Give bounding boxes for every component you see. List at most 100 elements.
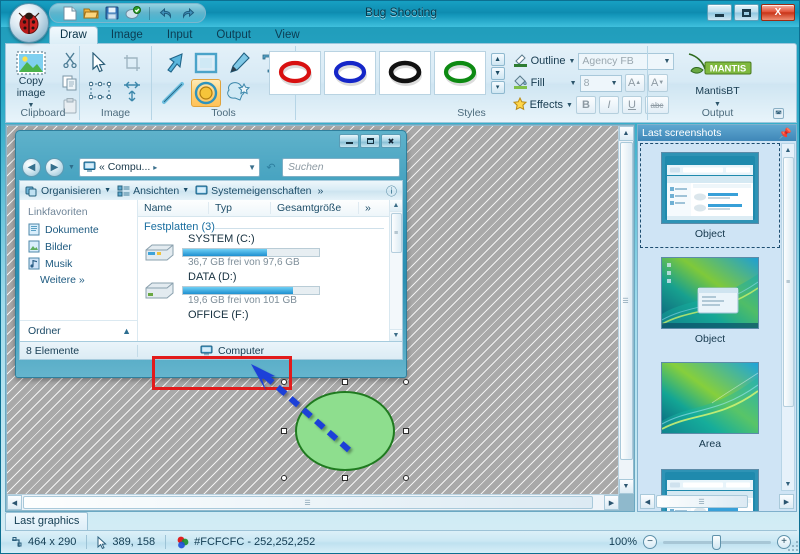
ribbon-group-image: Image (79, 46, 151, 120)
dock-horizontal-scrollbar[interactable]: ◀ ☰ ▶ (640, 494, 794, 509)
scroll-up-arrow-icon[interactable]: ▲ (619, 126, 634, 141)
undo-icon[interactable] (158, 5, 174, 21)
list-item[interactable]: Object (640, 143, 780, 248)
group-header-festplatten: Festplatten (3) ▲ (144, 221, 398, 233)
outline-button[interactable]: Outline ▼ (513, 53, 576, 70)
system-properties-label: Systemeigenschaften (211, 185, 311, 197)
crop-tool-button[interactable] (117, 49, 147, 77)
resize-handle-se[interactable] (403, 475, 409, 481)
scroll-up-arrow-icon[interactable]: ▲ (782, 144, 794, 156)
rectangle-tool[interactable] (191, 49, 221, 77)
style-item-black[interactable] (379, 51, 431, 95)
scroll-right-arrow-icon[interactable]: ▶ (604, 495, 619, 510)
resize-tool-button[interactable] (85, 77, 115, 105)
pin-icon[interactable]: 📌 (779, 127, 792, 140)
hard-drive-icon (142, 281, 176, 304)
scroll-right-arrow-icon[interactable]: ▶ (779, 494, 794, 509)
font-size-select[interactable]: 8 ▼ (580, 75, 622, 92)
canvas[interactable]: ✖ ◀ ▶ ▼ « Compu... ▸ ▼ ↶ Suchen (7, 126, 619, 494)
tab-input[interactable]: Input (156, 26, 204, 44)
tab-draw[interactable]: Draw (49, 26, 98, 44)
dock-scrollbar-thumb[interactable]: ≡ (783, 157, 794, 407)
scroll-up-arrow-icon: ▲ (390, 200, 403, 212)
zoom-out-button[interactable]: − (643, 535, 657, 549)
style-item-green[interactable] (434, 51, 486, 95)
redo-icon[interactable] (179, 5, 195, 21)
style-item-red[interactable] (269, 51, 321, 95)
app-menu-orb[interactable] (9, 3, 49, 43)
canvas-vertical-scrollbar[interactable]: ▲ ☰ ▼ (618, 126, 633, 494)
list-item[interactable]: Object (640, 248, 780, 353)
copy-image-label-1: Copy (19, 76, 44, 87)
zoom-slider[interactable] (663, 541, 771, 544)
scroll-down-arrow-icon[interactable]: ▼ (619, 479, 634, 494)
gallery-scroll-down-button[interactable]: ▼ (491, 67, 505, 80)
new-document-icon[interactable] (62, 5, 78, 21)
maximize-button[interactable] (734, 4, 759, 21)
flip-tools-button[interactable] (117, 77, 147, 105)
history-chevron-icon: ▼ (68, 164, 75, 171)
sidebar-label: Musik (45, 258, 72, 270)
stamp-tool[interactable] (224, 79, 254, 107)
scroll-left-arrow-icon[interactable]: ◀ (7, 495, 22, 510)
resize-grip-icon[interactable] (787, 540, 799, 552)
sidebar-more: Weitere » (20, 272, 137, 288)
copy-image-button[interactable]: Copy image ▼ (5, 49, 57, 111)
font-size-value: 8 (584, 77, 590, 89)
group-label-image: Image (80, 107, 151, 119)
line-tool[interactable] (158, 79, 188, 107)
tab-last-graphics[interactable]: Last graphics (5, 512, 88, 530)
select-tool-button[interactable] (85, 49, 115, 77)
cut-button[interactable] (59, 49, 81, 70)
tab-view[interactable]: View (264, 26, 311, 44)
ellipse-tool[interactable] (191, 79, 221, 107)
save-disk-icon[interactable] (104, 5, 120, 21)
organize-button: Organisieren ▼ (25, 185, 111, 197)
dock-vertical-scrollbar[interactable]: ▲ ≡ ▼ (781, 143, 795, 491)
ribbon-tabs: Draw Image Input Output View (49, 26, 311, 44)
gallery-scroll-up-button[interactable]: ▲ (491, 53, 505, 66)
highlighter-tool[interactable] (224, 49, 254, 77)
zoom-slider-thumb[interactable] (712, 535, 721, 550)
tab-image[interactable]: Image (100, 26, 154, 44)
canvas-horizontal-scrollbar[interactable]: ◀ ☰ ▶ (7, 494, 619, 510)
explorer-window-controls: ✖ (339, 134, 401, 148)
open-folder-icon[interactable] (83, 5, 99, 21)
scroll-left-arrow-icon[interactable]: ◀ (640, 494, 655, 509)
ribbon-group-output: MANTIS MantisBT ▼ Output ◚ (647, 46, 787, 120)
grow-font-button[interactable]: A▲ (625, 74, 645, 92)
minimize-button[interactable] (707, 4, 732, 21)
chevron-down-icon[interactable]: ▼ (568, 58, 575, 65)
chevron-down-icon[interactable]: ▼ (570, 80, 577, 87)
cursor-icon (97, 536, 107, 549)
drive-name: OFFICE (F:) (144, 309, 402, 321)
system-properties-button: Systemeigenschaften (195, 185, 311, 197)
list-item[interactable]: Area (640, 353, 780, 458)
computer-icon (200, 345, 213, 356)
upload-icon[interactable] (125, 5, 141, 21)
gallery-more-button[interactable]: ▾ (491, 81, 505, 94)
arrow-tool[interactable] (158, 49, 188, 77)
horizontal-scrollbar-thumb[interactable]: ☰ (23, 496, 593, 509)
help-icon: ⓘ (386, 183, 397, 199)
tab-output[interactable]: Output (205, 26, 262, 44)
documents-icon (28, 223, 40, 236)
resize-handle-s[interactable] (342, 475, 348, 481)
sidebar-item-bilder: Bilder (20, 238, 137, 255)
vertical-scrollbar-thumb[interactable]: ☰ (620, 142, 633, 460)
dock-hscroll-thumb[interactable]: ☰ (656, 495, 748, 508)
scroll-down-arrow-icon[interactable]: ▼ (782, 478, 794, 490)
sidebar-label: Dokumente (45, 224, 99, 236)
resize-handle-ne[interactable] (403, 379, 409, 385)
copy-button[interactable] (59, 72, 81, 93)
style-item-blue[interactable] (324, 51, 376, 95)
resize-handle-e[interactable] (403, 428, 409, 434)
resize-handle-sw[interactable] (281, 475, 287, 481)
desktop-window-thumb (661, 257, 759, 329)
blue-dashed-arrow-annotation[interactable] (237, 358, 357, 458)
output-dialog-launcher[interactable]: ◚ (773, 108, 784, 119)
outline-icon (513, 53, 528, 70)
close-button[interactable]: X (761, 4, 795, 21)
explorer-maximize-button (360, 134, 380, 148)
fill-button[interactable]: Fill ▼ (513, 75, 577, 92)
